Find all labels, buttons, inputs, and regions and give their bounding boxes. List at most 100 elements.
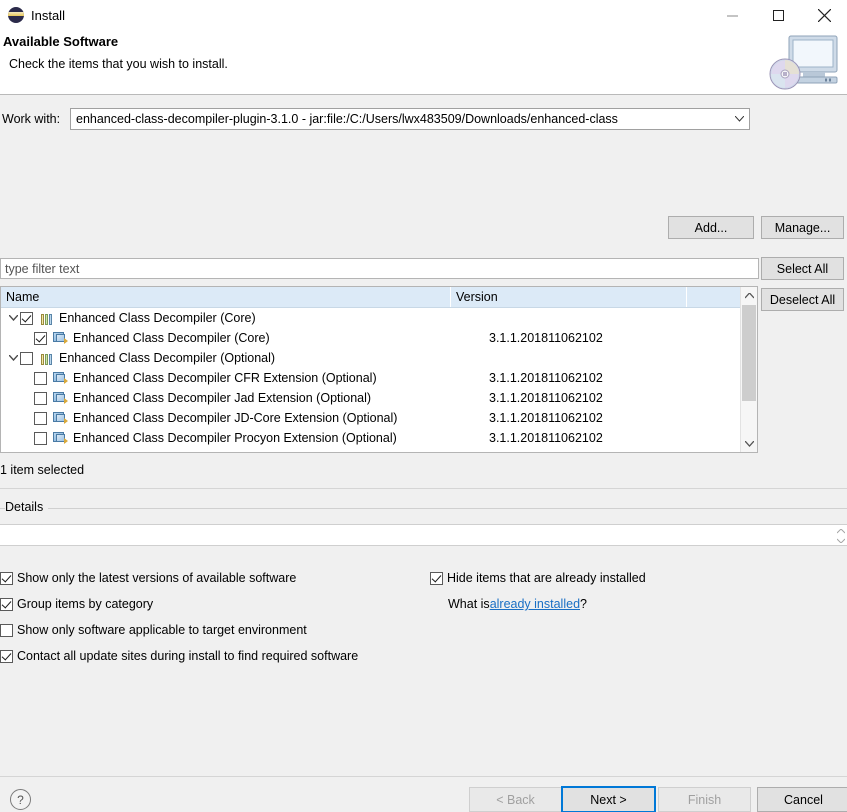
checkbox-unchecked[interactable] (34, 411, 47, 425)
next-button[interactable]: Next > (561, 786, 656, 812)
options-section: Show only the latest versions of availab… (0, 565, 847, 669)
dialog-body: Work with: enhanced-class-decompiler-plu… (0, 108, 847, 812)
options-left-column: Show only the latest versions of availab… (0, 565, 847, 669)
eclipse-icon (8, 7, 24, 23)
checkbox-unchecked[interactable] (34, 431, 47, 445)
column-header-name[interactable]: Name (1, 287, 451, 307)
wizard-banner: Available Software Check the items that … (0, 30, 847, 95)
checkbox-unchecked[interactable] (34, 391, 47, 405)
table-row[interactable]: Enhanced Class Decompiler (Core) (1, 308, 757, 328)
table-row[interactable]: Enhanced Class Decompiler JD-Core Extens… (1, 408, 757, 428)
page-subtitle: Check the items that you wish to install… (9, 57, 228, 71)
checkbox-checked[interactable] (20, 311, 33, 325)
checkbox-checked[interactable] (0, 571, 13, 585)
feature-icon (52, 411, 68, 425)
category-icon (38, 351, 54, 365)
window-title: Install (31, 7, 65, 23)
checkbox-checked[interactable] (34, 331, 47, 345)
select-all-button[interactable]: Select All (761, 257, 844, 280)
deselect-all-button[interactable]: Deselect All (761, 288, 844, 311)
tree-item-version: 3.1.1.201811062102 (489, 391, 603, 405)
details-group: Details (0, 500, 847, 550)
option-label: Show only the latest versions of availab… (17, 571, 297, 585)
work-with-combo[interactable]: enhanced-class-decompiler-plugin-3.1.0 -… (70, 108, 750, 130)
details-spinner-icon[interactable] (836, 527, 845, 545)
checkbox-unchecked[interactable] (20, 351, 33, 365)
details-label: Details (5, 500, 49, 514)
tree-item-name-cell: Enhanced Class Decompiler JD-Core Extens… (1, 408, 484, 428)
tree-body: Enhanced Class Decompiler (Core) Enhanced… (1, 308, 757, 452)
option-label: Hide items that are already installed (447, 571, 646, 585)
feature-icon (52, 431, 68, 445)
option-row[interactable]: Contact all update sites during install … (0, 643, 847, 669)
checkbox-unchecked[interactable] (0, 623, 13, 637)
option-row[interactable]: Show only the latest versions of availab… (0, 565, 847, 591)
cancel-button[interactable]: Cancel (757, 787, 847, 812)
table-row[interactable]: Enhanced Class Decompiler (Core) 3.1.1.20… (1, 328, 757, 348)
tree-item-label: Enhanced Class Decompiler (Core) (59, 311, 256, 325)
finish-button: Finish (658, 787, 751, 812)
option-row[interactable]: Show only software applicable to target … (0, 617, 847, 643)
table-row[interactable]: Enhanced Class Decompiler Procyon Extens… (1, 428, 757, 448)
tree-item-label: Enhanced Class Decompiler Jad Extension … (73, 391, 372, 405)
selection-status: 1 item selected (0, 463, 85, 477)
whatis-suffix: ? (580, 597, 587, 611)
software-tree[interactable]: Name Version Enhanced Class Decompiler (… (0, 286, 758, 453)
tree-item-label: Enhanced Class Decompiler JD-Core Extens… (73, 411, 398, 425)
scroll-down-icon[interactable] (741, 435, 757, 452)
already-installed-link[interactable]: already installed (490, 597, 580, 611)
tree-item-name-cell: Enhanced Class Decompiler (Core) (1, 328, 484, 348)
tree-item-label: Enhanced Class Decompiler Procyon Extens… (73, 431, 397, 445)
chevron-down-icon[interactable] (6, 315, 20, 321)
tree-header: Name Version (1, 287, 757, 308)
feature-icon (52, 371, 68, 385)
what-is-already-installed: What is already installed? (430, 591, 646, 617)
checkbox-checked[interactable] (0, 649, 13, 663)
work-with-row: Work with: enhanced-class-decompiler-plu… (0, 108, 847, 130)
feature-icon (52, 391, 68, 405)
options-right-column: Hide items that are already installed Wh… (430, 565, 646, 617)
filter-placeholder: type filter text (5, 261, 80, 276)
tree-item-label: Enhanced Class Decompiler (Optional) (59, 351, 276, 365)
tree-item-name-cell: Enhanced Class Decompiler (Core) (1, 308, 456, 328)
help-icon[interactable]: ? (10, 789, 31, 810)
details-text-area[interactable] (0, 524, 847, 546)
work-with-value: enhanced-class-decompiler-plugin-3.1.0 -… (76, 112, 618, 126)
table-row[interactable]: Enhanced Class Decompiler CFR Extension … (1, 368, 757, 388)
table-row[interactable]: Enhanced Class Decompiler (Optional) (1, 348, 757, 368)
tree-vertical-scrollbar[interactable] (740, 287, 757, 452)
option-label: Show only software applicable to target … (17, 623, 307, 637)
feature-icon (52, 331, 68, 345)
category-icon (38, 311, 54, 325)
manage-sites-button[interactable]: Manage... (761, 216, 844, 239)
maximize-icon[interactable] (755, 0, 801, 30)
tree-item-version: 3.1.1.201811062102 (489, 331, 603, 345)
window-controls (709, 0, 847, 30)
table-row[interactable]: Enhanced Class Decompiler Jad Extension … (1, 388, 757, 408)
close-icon[interactable] (801, 0, 847, 30)
back-button: < Back (469, 787, 562, 812)
work-with-label: Work with: (2, 112, 61, 126)
minimize-icon[interactable] (709, 0, 755, 30)
tree-item-label: Enhanced Class Decompiler (Core) (73, 331, 270, 345)
checkbox-checked[interactable] (430, 571, 443, 585)
chevron-down-icon (729, 116, 749, 122)
tree-item-name-cell: Enhanced Class Decompiler (Optional) (1, 348, 456, 368)
page-title: Available Software (3, 34, 119, 49)
title-bar: Install (0, 0, 847, 30)
chevron-down-icon[interactable] (6, 355, 20, 361)
software-install-icon (759, 32, 843, 92)
checkbox-checked[interactable] (0, 597, 13, 611)
checkbox-unchecked[interactable] (34, 371, 47, 385)
scrollbar-thumb[interactable] (742, 305, 756, 401)
whatis-prefix: What is (448, 597, 490, 611)
option-label: Contact all update sites during install … (17, 649, 359, 663)
option-row[interactable]: Hide items that are already installed (430, 565, 646, 591)
scroll-up-icon[interactable] (741, 287, 757, 304)
add-site-button[interactable]: Add... (668, 216, 754, 239)
option-row[interactable]: Group items by category (0, 591, 847, 617)
tree-item-name-cell: Enhanced Class Decompiler CFR Extension … (1, 368, 484, 388)
column-header-version[interactable]: Version (451, 287, 687, 307)
footer-divider (0, 776, 847, 777)
filter-input[interactable]: type filter text (0, 258, 759, 279)
